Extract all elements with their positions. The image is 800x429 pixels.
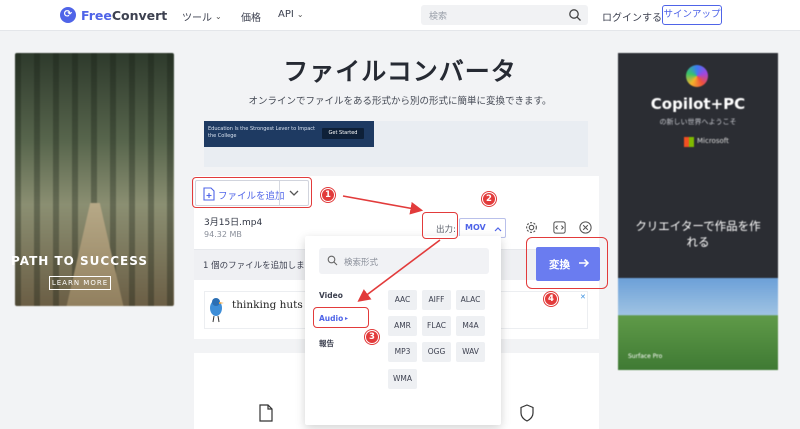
logo-icon: ⟳	[60, 7, 76, 23]
annotation-badge: 1	[321, 188, 335, 202]
middle-ad-banner[interactable]: Education Is the Strongest Lever to Impa…	[204, 121, 588, 167]
copilot-logo-icon	[686, 65, 708, 87]
page-subtitle: オンラインでファイルをある形式から別の形式に簡単に変換できます。	[248, 96, 552, 107]
top-header: ⟳ FreeConvert ツール ⌄ 価格 API ⌄ 検索 ログインする サ…	[0, 0, 800, 31]
annotation-badge: 3	[365, 330, 379, 344]
output-format-value: MOV	[465, 223, 486, 232]
format-option[interactable]: OGG	[422, 342, 451, 362]
right-ad-footer: Surface Pro	[628, 353, 663, 360]
gear-icon[interactable]	[524, 220, 539, 235]
highlight-convert	[526, 237, 608, 289]
search-icon[interactable]	[568, 8, 582, 22]
microsoft-logo-icon	[684, 137, 694, 147]
chevron-down-icon: ⌄	[215, 12, 222, 21]
chevron-up-icon	[494, 227, 502, 232]
right-ad-banner[interactable]: Copilot+PC の新しい世界へようこそ Microsoft クリエイターで…	[618, 53, 778, 370]
status-text: 1 個のファイルを追加しまし	[203, 261, 314, 271]
right-ad-copy: クリエイターで作品を作れる	[635, 219, 761, 249]
right-ad-title: Copilot+PC	[650, 95, 746, 113]
format-option[interactable]: MP3	[388, 342, 417, 362]
left-ad-banner[interactable]	[15, 53, 174, 306]
bottom-ad-brand: thinking huts	[232, 299, 303, 311]
format-search-placeholder: 検索形式	[344, 258, 379, 268]
format-option[interactable]: WAV	[456, 342, 485, 362]
middle-ad-button[interactable]: Get Started	[322, 128, 364, 139]
search-placeholder: 検索	[429, 12, 448, 22]
annotation-badge: 2	[482, 192, 496, 206]
page-title: ファイルコンバータ	[283, 57, 517, 86]
file-size: 94.32 MB	[204, 230, 242, 239]
format-option[interactable]: AMR	[388, 316, 417, 336]
format-option[interactable]: ALAC	[456, 290, 485, 310]
login-link[interactable]: ログインする	[602, 9, 662, 24]
logo-text: FreeConvert	[81, 7, 168, 23]
nav-pricing-label: 価格	[241, 13, 261, 24]
header-search-input[interactable]: 検索	[421, 5, 588, 25]
highlight-add-file	[192, 177, 312, 208]
file-icon	[259, 404, 273, 422]
nav-pricing[interactable]: 価格	[241, 9, 261, 24]
category-video[interactable]: Video	[319, 291, 343, 300]
file-name: 3月15日.mp4	[204, 218, 263, 228]
format-option[interactable]: FLAC	[422, 316, 451, 336]
highlight-output	[422, 212, 458, 239]
signup-button[interactable]: サインアップ	[662, 5, 722, 25]
shield-icon	[520, 404, 534, 422]
search-icon	[327, 255, 338, 266]
chevron-down-icon: ⌄	[296, 10, 304, 19]
format-option[interactable]: WMA	[388, 369, 417, 389]
format-option[interactable]: AAC	[388, 290, 417, 310]
annotation-badge: 4	[544, 292, 558, 306]
left-ad-learn-more-button[interactable]: LEARN MORE	[49, 276, 111, 290]
freeconvert-logo[interactable]: ⟳ FreeConvert	[60, 7, 167, 23]
nav-tools-label: ツール	[182, 13, 212, 24]
highlight-audio	[313, 307, 369, 328]
right-ad-subtitle: の新しい世界へようこそ	[659, 118, 737, 126]
format-option[interactable]: M4A	[456, 316, 485, 336]
microsoft-brand: Microsoft	[697, 137, 729, 145]
nav-api[interactable]: API ⌄	[278, 9, 304, 20]
code-icon[interactable]	[552, 220, 567, 235]
output-format-select[interactable]: MOV	[459, 218, 506, 238]
left-ad-title: PATH TO SUCCESS	[11, 254, 148, 268]
close-circle-icon[interactable]	[578, 220, 593, 235]
category-report[interactable]: 報告	[319, 338, 334, 349]
ad-close-icon[interactable]: ✕	[580, 293, 586, 301]
bird-logo-icon	[210, 298, 224, 323]
middle-ad-text: Education Is the Strongest Lever to Impa…	[208, 126, 316, 139]
middle-ad-strip: Education Is the Strongest Lever to Impa…	[204, 121, 374, 147]
nav-api-label: API	[278, 9, 294, 20]
nav-tools[interactable]: ツール ⌄	[182, 9, 222, 24]
format-option[interactable]: AIFF	[422, 290, 451, 310]
